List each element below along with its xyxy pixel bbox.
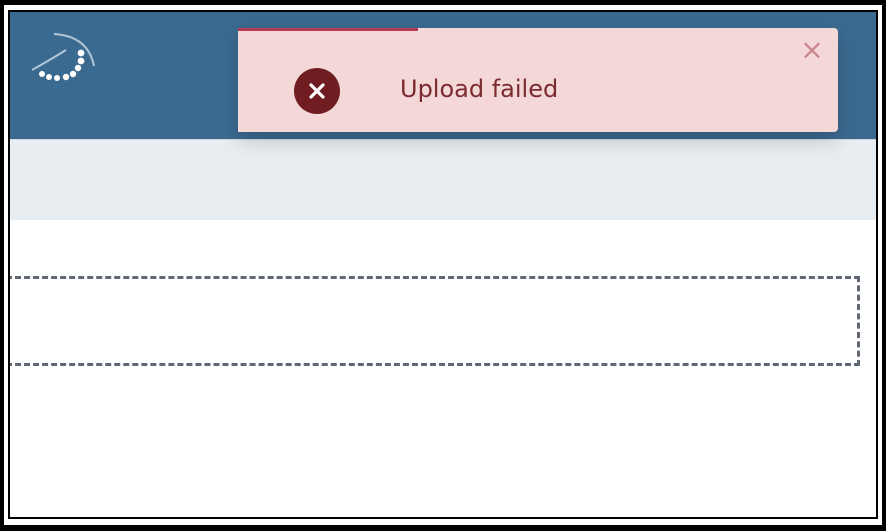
- toolbar-strip: [10, 140, 876, 220]
- toast-accent-bar: [238, 28, 418, 31]
- file-dropzone[interactable]: [10, 276, 860, 366]
- screenshot-frame: Upload failed ×: [0, 0, 886, 531]
- error-x-icon: [294, 68, 340, 114]
- toast-message: Upload failed: [400, 75, 559, 103]
- close-icon[interactable]: ×: [798, 36, 826, 64]
- error-toast: Upload failed ×: [238, 28, 838, 132]
- logo-icon: [31, 33, 95, 81]
- app-viewport: Upload failed ×: [8, 10, 878, 519]
- x-glyph-icon: [309, 83, 325, 99]
- main-content: [10, 220, 876, 517]
